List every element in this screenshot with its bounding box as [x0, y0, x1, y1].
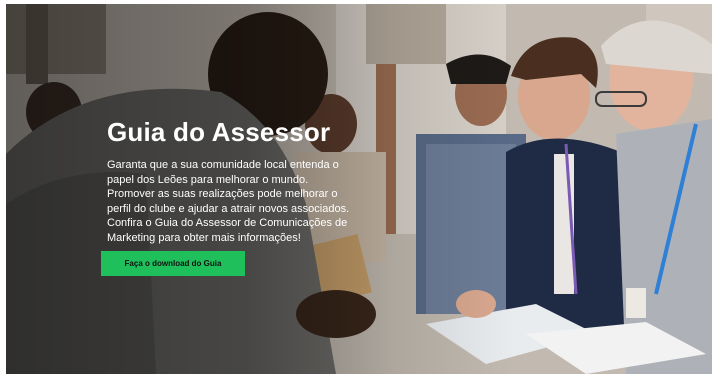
hero-description: Garanta que a sua comunidade local enten… — [107, 159, 350, 244]
hero-title: Guia do Assessor — [107, 117, 331, 147]
hero-banner: Guia do Assessor Garanta que a sua comun… — [6, 4, 712, 374]
download-guide-button[interactable]: Faça o download do Guia — [101, 251, 245, 276]
hero-content: Guia do Assessor Garanta que a sua comun… — [107, 116, 367, 246]
